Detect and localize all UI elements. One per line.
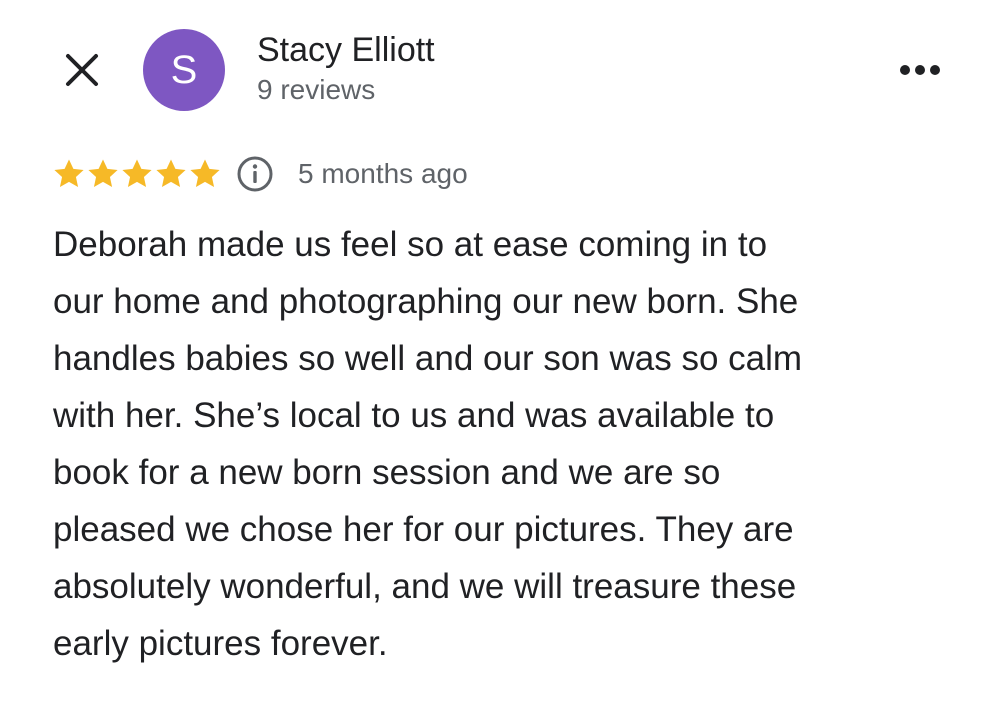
review-text-line: with her. She’s local to us and was avai… bbox=[53, 396, 775, 435]
close-button[interactable] bbox=[58, 46, 106, 94]
review-time: 5 months ago bbox=[298, 158, 468, 189]
star-icon bbox=[122, 159, 152, 188]
rating-row: 5 months ago bbox=[52, 150, 468, 198]
review-text-line: Deborah made us feel so at ease coming i… bbox=[53, 225, 768, 264]
star-icon bbox=[54, 159, 84, 188]
review-text-line: absolutely wonderful, and we will treasu… bbox=[53, 567, 797, 606]
review-text-line: early pictures forever. bbox=[53, 624, 388, 663]
review-count: 9 reviews bbox=[257, 74, 376, 105]
review-text-line: book for a new born session and we are s… bbox=[53, 453, 721, 492]
star-rating bbox=[52, 157, 222, 191]
more-horizontal-icon bbox=[900, 65, 940, 75]
author-info[interactable]: Stacy Elliott 9 reviews bbox=[257, 30, 435, 108]
star-icon bbox=[156, 159, 186, 188]
info-button[interactable] bbox=[236, 155, 274, 193]
review-text-line: our home and photographing our new born.… bbox=[53, 282, 799, 321]
review-text-line: handles babies so well and our son was s… bbox=[53, 339, 803, 378]
more-options-button[interactable] bbox=[888, 48, 952, 92]
review-text-line: pleased we chose her for our pictures. T… bbox=[53, 510, 794, 549]
avatar-letter: S bbox=[170, 47, 198, 92]
review-header: S Stacy Elliott 9 reviews bbox=[0, 0, 1000, 140]
review-text: Deborah made us feel so at ease coming i… bbox=[53, 216, 963, 672]
star-icon bbox=[88, 159, 118, 188]
close-icon bbox=[66, 54, 98, 86]
author-name[interactable]: Stacy Elliott bbox=[257, 30, 435, 70]
info-icon bbox=[237, 156, 273, 192]
avatar[interactable]: S bbox=[143, 29, 225, 111]
star-icon bbox=[190, 159, 220, 188]
